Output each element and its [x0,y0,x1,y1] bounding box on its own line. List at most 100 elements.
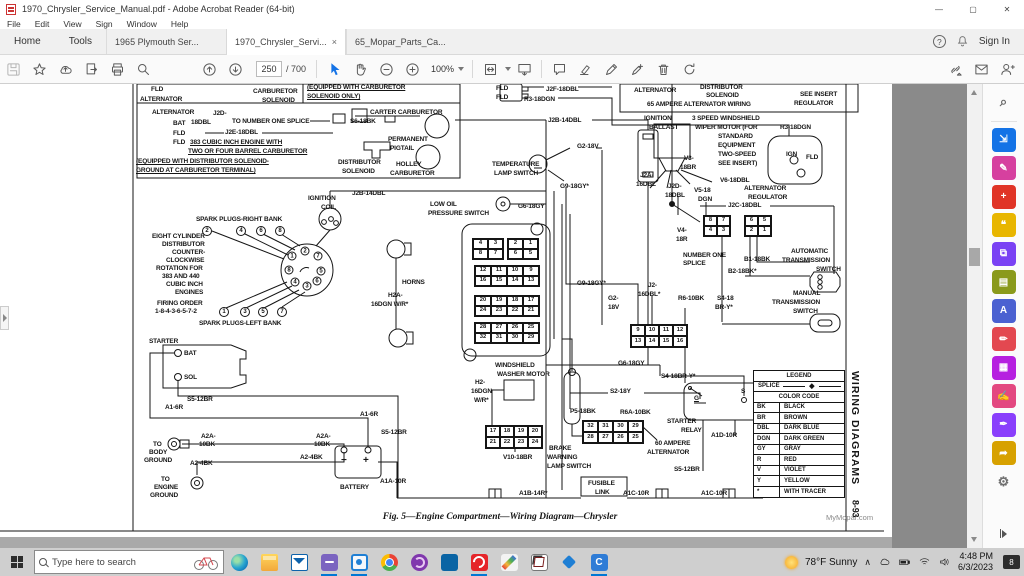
taskbar-app-swirl[interactable] [404,548,434,576]
clock[interactable]: 4:48 PM 6/3/2023 [958,551,993,574]
taskbar-app-paint[interactable] [494,548,524,576]
zoom-out-icon[interactable] [373,58,399,80]
tray-chevron-icon[interactable]: ∧ [864,557,871,568]
doc-tab-0[interactable]: 1965 Plymouth Ser... [106,29,226,54]
minimize-button[interactable]: — [922,0,956,18]
menu-file[interactable]: File [0,19,28,29]
taskbar-app-capp[interactable]: C [584,548,614,576]
fit-width-icon[interactable] [477,58,503,80]
export-page-icon[interactable] [78,58,104,80]
menu-view[interactable]: View [56,19,88,29]
diagram-label: 60 AMPERE [655,441,690,448]
tool-fill-and-sign[interactable]: ✒ [992,413,1016,437]
diagram-label: 10BK [314,442,330,449]
weather-sun-icon[interactable] [785,556,798,569]
select-tool-icon[interactable] [321,58,347,80]
weather-text[interactable]: 78°F Sunny [805,557,857,568]
menu-help[interactable]: Help [164,19,195,29]
taskbar-app-explorer[interactable] [254,548,284,576]
menu-window[interactable]: Window [120,19,164,29]
taskbar-app-mail[interactable] [284,548,314,576]
help-icon[interactable]: ? [933,35,946,48]
scroll-up-icon[interactable] [971,88,977,95]
taskbar-app-edge[interactable] [224,548,254,576]
sign-pen-icon[interactable] [598,58,624,80]
sign-in-button[interactable]: Sign In [979,36,1010,47]
tool-edit-pdf[interactable]: ✎ [992,156,1016,180]
taskbar-app-cube[interactable] [524,548,554,576]
tool-redact[interactable]: ✏ [992,327,1016,351]
diagram-label: A2A- [201,434,216,441]
diagram-label: FLD [173,131,185,138]
taskbar-search[interactable]: Type here to search [34,550,224,574]
tab-tools[interactable]: Tools [55,29,106,54]
tool-more-tools[interactable]: ⚙ [992,470,1016,494]
scroll-down-icon[interactable] [971,537,977,544]
previous-page-icon[interactable] [196,58,222,80]
doc-tab-2[interactable]: 65_Mopar_Parts_Ca... [346,29,466,54]
tab-close-icon[interactable]: × [332,37,337,47]
email-icon[interactable] [968,58,994,80]
tool-organize-pages[interactable]: ▤ [992,270,1016,294]
connector-pin: 21 [486,437,500,448]
battery-icon[interactable] [898,556,911,568]
doc-tab-1[interactable]: 1970_Chrysler_Servi...× [226,29,346,55]
fill-sign-icon[interactable] [624,58,650,80]
delete-icon[interactable] [650,58,676,80]
print-icon[interactable] [104,58,130,80]
highlight-icon[interactable] [572,58,598,80]
pdf-page[interactable]: FLDALTERNATORCARBURETORSOLENOID(EQUIPPED… [0,84,892,537]
notification-badge[interactable]: 8 [1003,555,1020,569]
wifi-icon[interactable] [918,556,931,568]
taskbar-app-chrome[interactable] [374,548,404,576]
collapse-panel-icon[interactable] [1000,529,1008,538]
close-button[interactable]: ✕ [990,0,1024,18]
tool-create-pdf[interactable]: + [992,185,1016,209]
tool-export-pdf[interactable]: ⇲ [992,128,1016,152]
taskbar-app-calc[interactable] [434,548,464,576]
tool-send-for-review[interactable]: ➦ [992,441,1016,465]
tool-combine-files[interactable]: ⧉ [992,242,1016,266]
diagram-label: LINK [595,490,610,497]
search-icon[interactable] [130,58,156,80]
tool-compress-pdf[interactable]: A [992,299,1016,323]
connector-pin: 5 [523,249,538,259]
zoom-caret-icon[interactable] [458,67,464,71]
taskbar-app-purpledash[interactable] [314,548,344,576]
share-person-icon[interactable] [994,58,1020,80]
start-button[interactable] [0,548,34,576]
diagram-label: DISTRIBUTOR [162,242,205,249]
page-number-input[interactable]: 250 [256,61,282,77]
nav-pane-arrow-icon[interactable] [0,306,9,330]
taskbar-app-diamond[interactable] [554,548,584,576]
share-link-icon[interactable] [942,58,968,80]
maximize-button[interactable]: ▢ [956,0,990,18]
scrollbar-thumb[interactable] [969,248,980,266]
save-icon[interactable] [0,58,26,80]
tool-comment[interactable]: ❝ [992,213,1016,237]
zoom-level[interactable]: 100% [431,64,454,74]
bell-icon[interactable] [956,35,969,48]
tool-request-signatures[interactable]: ✍ [992,384,1016,408]
refresh-icon[interactable] [676,58,702,80]
legend-row: DBLDARK BLUE [754,424,844,435]
tool-search-tools[interactable]: ⌕ [992,90,1016,114]
zoom-in-icon[interactable] [399,58,425,80]
volume-icon[interactable] [938,556,951,568]
next-page-icon[interactable] [222,58,248,80]
connector-pin: 30 [613,421,628,432]
favorites-star-icon[interactable] [26,58,52,80]
tool-prepare-form[interactable]: ▦ [992,356,1016,380]
hand-tool-icon[interactable] [347,58,373,80]
tab-home[interactable]: Home [0,29,55,54]
taskbar-app-photos[interactable] [344,548,374,576]
comment-icon[interactable] [546,58,572,80]
menu-sign[interactable]: Sign [89,19,120,29]
share-cloud-icon[interactable] [52,58,78,80]
taskbar-app-acrobat[interactable] [464,548,494,576]
onedrive-cloud-icon[interactable] [878,556,891,568]
menu-edit[interactable]: Edit [28,19,57,29]
connector-block: 2019181724232221 [474,295,540,317]
vertical-scrollbar[interactable] [967,84,982,548]
reading-mode-icon[interactable] [511,58,537,80]
